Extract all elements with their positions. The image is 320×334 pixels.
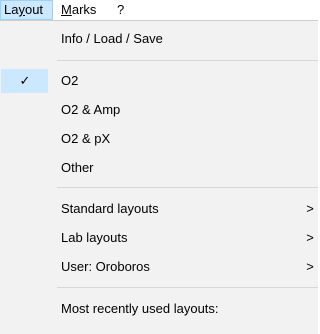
chevron-right-icon: > xyxy=(306,230,314,245)
recent-layouts-label: Most recently used layouts: xyxy=(61,301,219,316)
menu-item-label: Info / Load / Save xyxy=(61,31,163,46)
menu-separator xyxy=(57,187,318,188)
layout-menu-window: Layout Marks ? Info / Load / Save ✓ O2 O… xyxy=(0,0,318,334)
menu-item-o2[interactable]: ✓ O2 xyxy=(0,67,318,95)
menu-item-lab-layouts[interactable]: Lab layouts > xyxy=(0,224,318,252)
menu-marks[interactable]: Marks xyxy=(61,0,106,20)
menu-item-info-load-save[interactable]: Info / Load / Save xyxy=(0,25,318,53)
menu-item-label: Standard layouts xyxy=(61,201,159,216)
menu-item-label: Lab layouts xyxy=(61,230,128,245)
menu-item-o2-amp[interactable]: O2 & Amp xyxy=(0,96,318,124)
layout-dropdown: Info / Load / Save ✓ O2 O2 & Amp O2 & pX… xyxy=(0,20,318,334)
menu-item-o2-px[interactable]: O2 & pX xyxy=(0,125,318,153)
check-icon: ✓ xyxy=(19,73,31,88)
menu-item-label: O2 & pX xyxy=(61,131,111,146)
menu-item-user-oroboros[interactable]: User: Oroboros > xyxy=(0,253,318,281)
menu-item-standard-layouts[interactable]: Standard layouts > xyxy=(0,195,318,223)
chevron-right-icon: > xyxy=(306,259,314,274)
menu-item-label: Other xyxy=(61,160,94,175)
menu-item-other[interactable]: Other xyxy=(0,154,318,182)
menu-separator xyxy=(57,60,318,61)
menu-item-label: O2 & Amp xyxy=(61,102,121,117)
chevron-right-icon: > xyxy=(306,201,314,216)
menu-bar: Layout Marks ? xyxy=(0,0,318,20)
menu-separator xyxy=(57,287,318,288)
menu-layout[interactable]: Layout xyxy=(0,0,53,20)
menu-item-label: User: Oroboros xyxy=(61,259,150,274)
recent-layouts-header: Most recently used layouts: xyxy=(0,295,318,323)
menu-item-label: O2 xyxy=(61,73,79,88)
menu-help[interactable]: ? xyxy=(117,0,131,20)
